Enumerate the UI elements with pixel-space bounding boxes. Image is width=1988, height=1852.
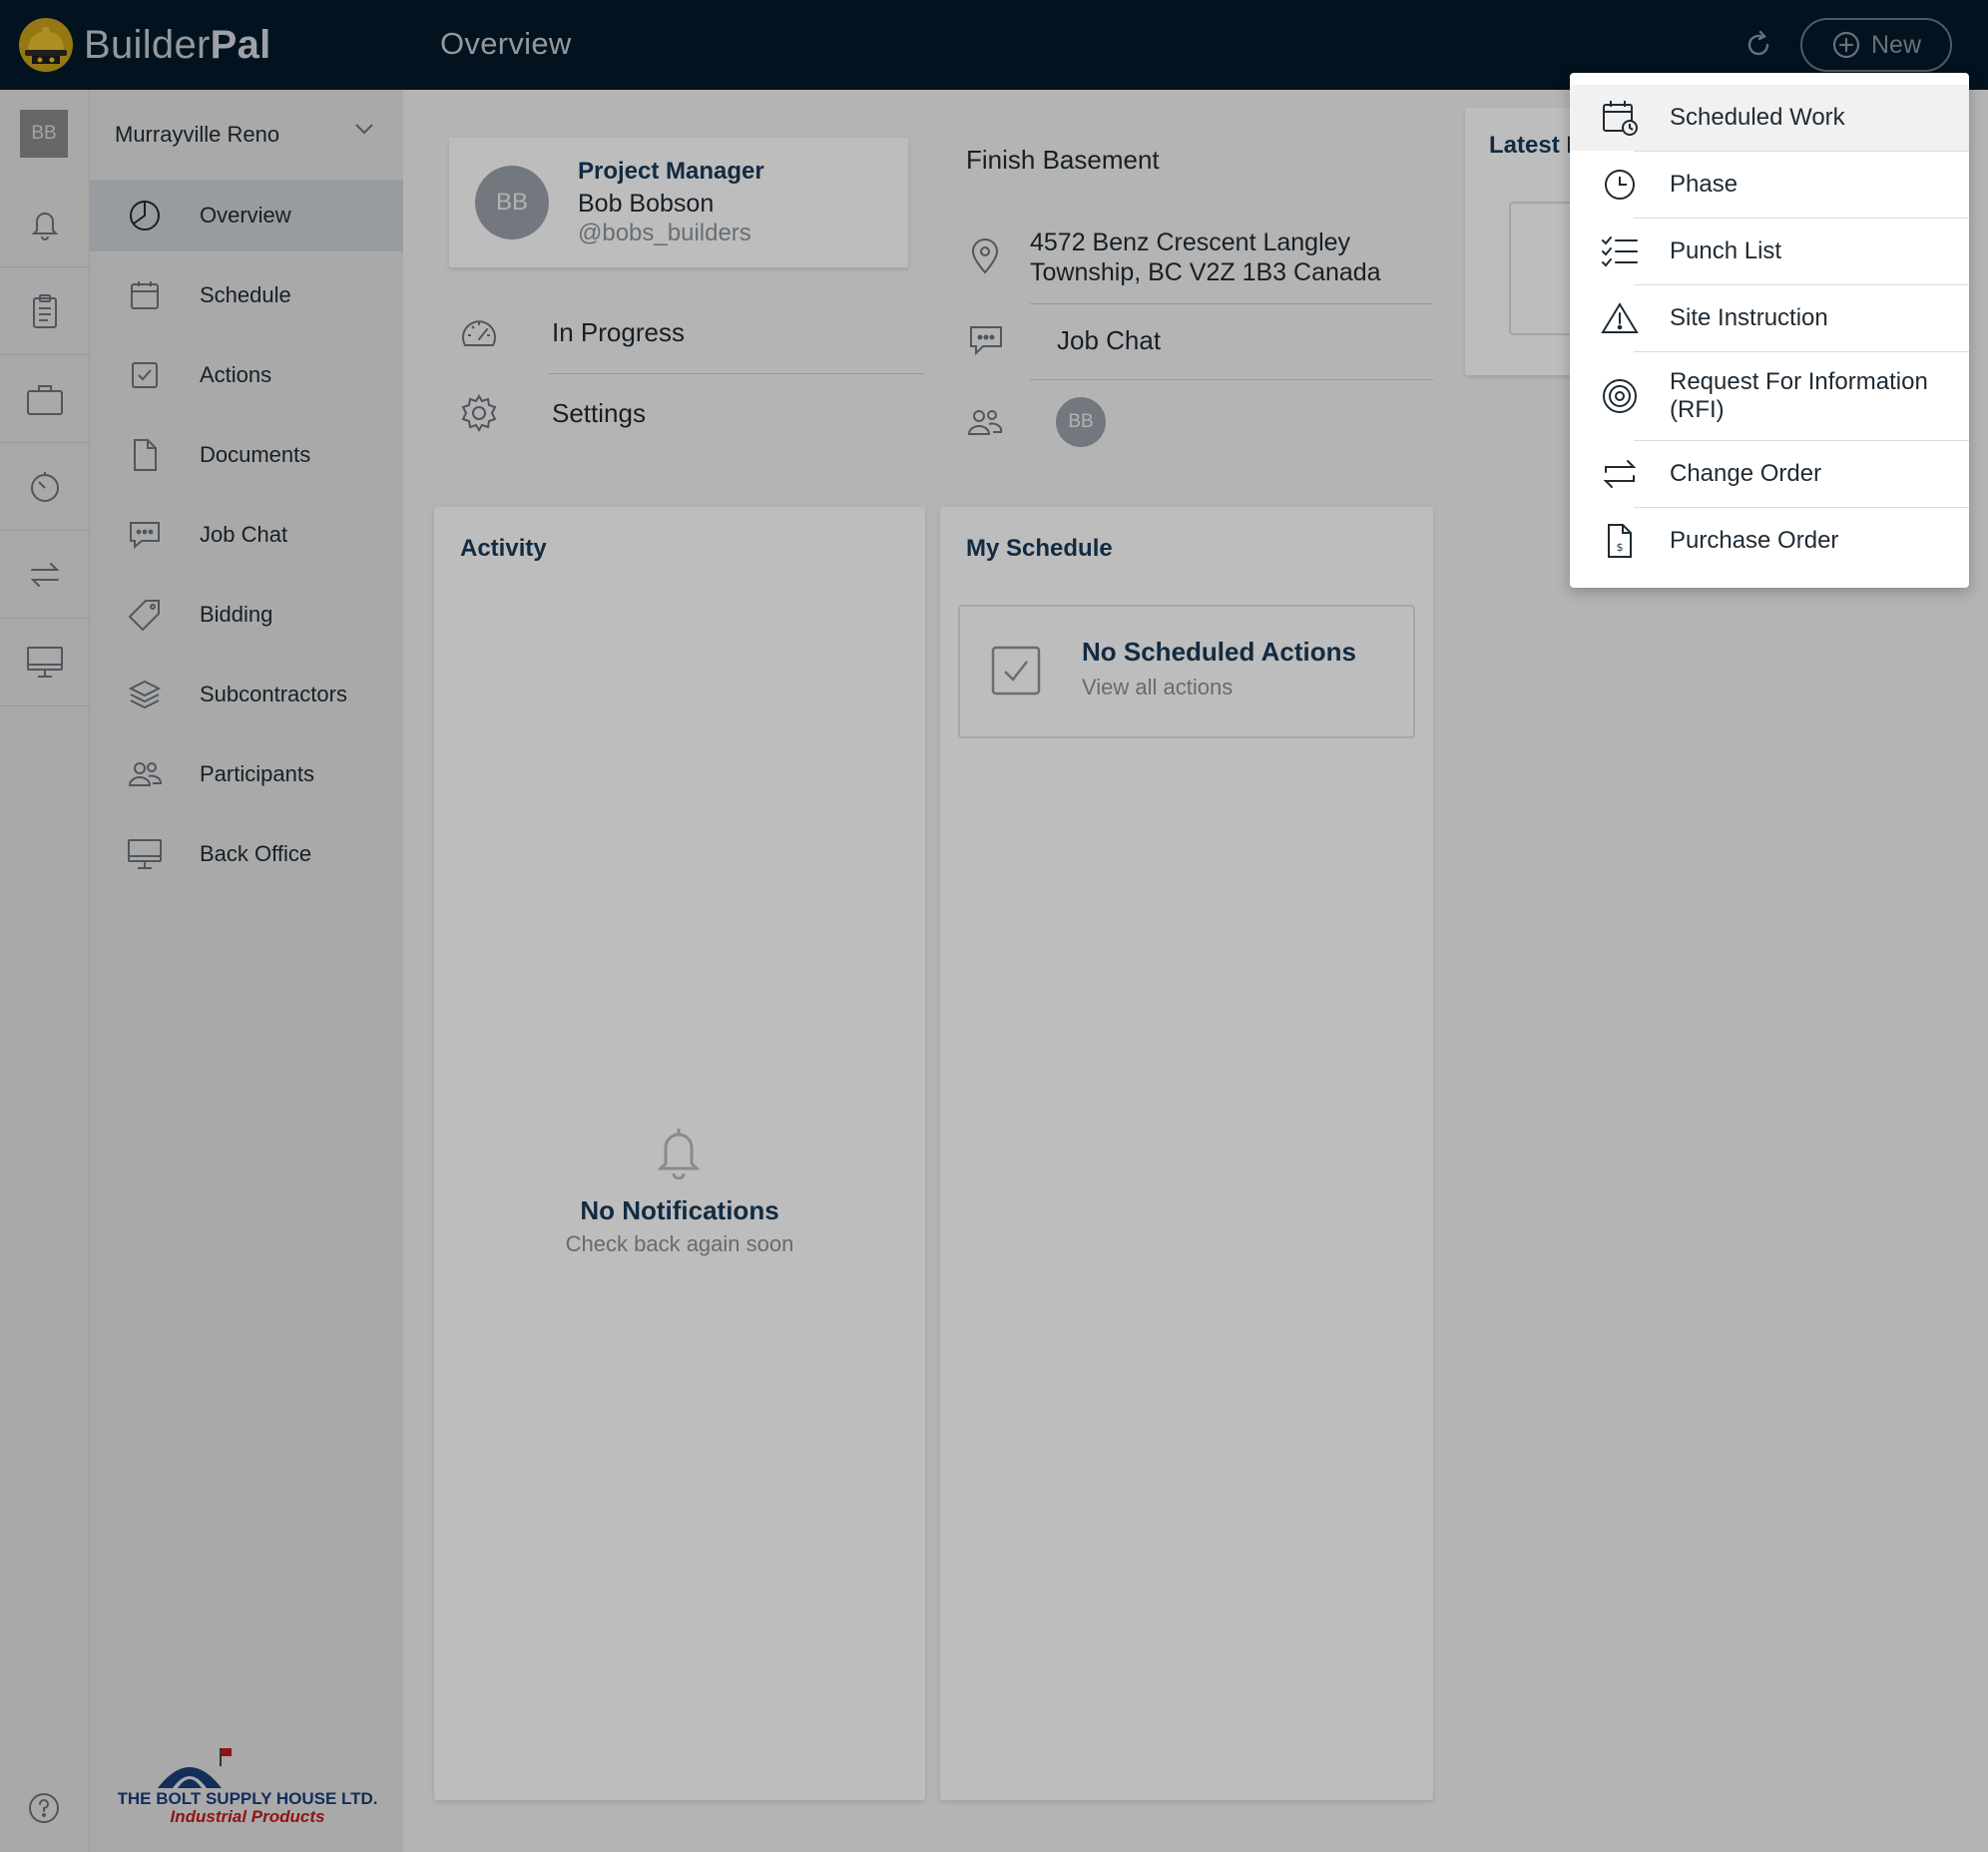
warning-icon [1601, 302, 1639, 333]
svg-text:$: $ [1617, 541, 1624, 554]
new-dropdown-menu: Scheduled Work Phase Punch List Site Ins… [1570, 73, 1969, 588]
checklist-icon [1602, 236, 1638, 267]
menu-label: Change Order [1670, 460, 1822, 487]
menu-label: Request For Information [1670, 368, 1928, 395]
menu-label: Punch List [1670, 237, 1782, 264]
target-icon [1603, 379, 1637, 413]
menu-label: Purchase Order [1670, 527, 1839, 554]
menu-label-rfi: Request For Information (RFI) [1670, 368, 1928, 424]
menu-label: Site Instruction [1670, 304, 1828, 331]
menu-label: Phase [1670, 171, 1739, 198]
repeat-icon [1603, 460, 1637, 488]
menu-item-rfi[interactable]: Request For Information (RFI) [1570, 352, 1969, 440]
menu-item-purchase-order[interactable]: $ Purchase Order [1570, 508, 1969, 574]
calendar-clock-icon [1603, 101, 1638, 136]
menu-label-suffix: (RFI) [1670, 396, 1725, 423]
menu-item-scheduled-work[interactable]: Scheduled Work [1570, 85, 1969, 151]
menu-item-site-instruction[interactable]: Site Instruction [1570, 285, 1969, 351]
menu-item-punch-list[interactable]: Punch List [1570, 219, 1969, 284]
clock-icon [1605, 170, 1635, 200]
invoice-icon: $ [1608, 524, 1632, 558]
menu-label: Scheduled Work [1670, 104, 1845, 131]
menu-item-change-order[interactable]: Change Order [1570, 441, 1969, 507]
menu-item-phase[interactable]: Phase [1570, 152, 1969, 218]
